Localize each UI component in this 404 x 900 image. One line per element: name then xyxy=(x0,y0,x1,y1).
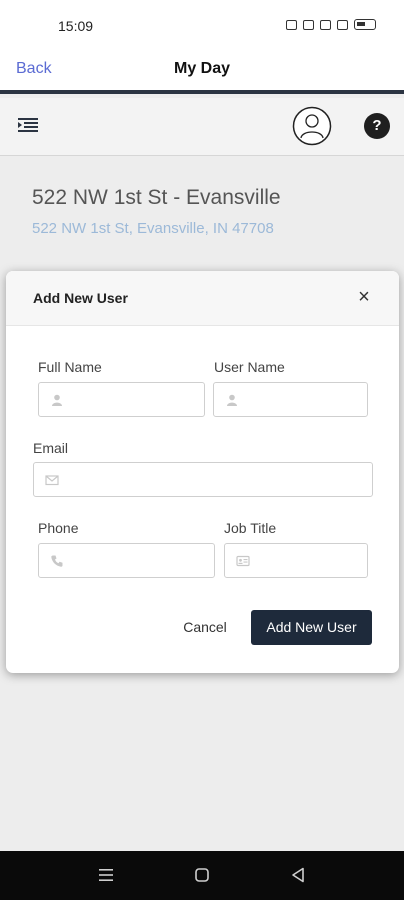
job-title-label: Job Title xyxy=(224,520,277,536)
full-name-label: Full Name xyxy=(38,359,102,375)
email-label: Email xyxy=(33,440,69,456)
user-avatar-icon[interactable] xyxy=(292,106,332,146)
add-user-dialog: Add New User × Full Name User Name Email… xyxy=(6,271,399,673)
phone-field[interactable] xyxy=(38,543,215,578)
toolbar: ? xyxy=(0,98,404,156)
property-title: 522 NW 1st St - Evansville xyxy=(32,186,281,209)
add-new-user-button[interactable]: Add New User xyxy=(251,610,372,645)
help-icon[interactable]: ? xyxy=(364,113,390,139)
system-nav-bar xyxy=(0,851,404,900)
vpn-icon xyxy=(303,19,314,30)
close-icon[interactable]: × xyxy=(354,287,374,307)
user-name-input[interactable] xyxy=(248,383,361,416)
home-icon[interactable] xyxy=(192,865,212,885)
dialog-header: Add New User × xyxy=(6,271,399,326)
status-icons xyxy=(286,19,376,30)
nav-bar: Back My Day xyxy=(0,48,404,94)
full-name-input[interactable] xyxy=(73,383,198,416)
wifi-icon xyxy=(337,19,348,30)
phone-icon xyxy=(51,555,63,567)
page-title: My Day xyxy=(173,60,231,77)
id-card-icon xyxy=(236,555,250,567)
person-icon xyxy=(227,394,237,406)
alarm-icon xyxy=(286,19,297,30)
status-bar: 15:09 xyxy=(0,0,404,48)
mail-icon xyxy=(45,475,59,486)
job-title-field[interactable] xyxy=(224,543,368,578)
phone-input[interactable] xyxy=(73,544,208,577)
battery-icon xyxy=(354,19,376,30)
dialog-title: Add New User xyxy=(33,290,128,306)
signal-icon xyxy=(320,19,331,30)
person-icon xyxy=(52,394,62,406)
full-name-field[interactable] xyxy=(38,382,205,417)
back-nav-icon[interactable] xyxy=(288,865,308,885)
menu-icon[interactable] xyxy=(18,117,38,133)
property-address-link[interactable]: 522 NW 1st St, Evansville, IN 47708 xyxy=(32,220,274,237)
job-title-input[interactable] xyxy=(259,544,361,577)
user-name-label: User Name xyxy=(214,359,285,375)
user-name-field[interactable] xyxy=(213,382,368,417)
email-input[interactable] xyxy=(68,463,366,496)
recent-apps-icon[interactable] xyxy=(96,865,116,885)
status-time: 15:09 xyxy=(58,18,94,34)
cancel-button[interactable]: Cancel xyxy=(172,610,238,645)
phone-label: Phone xyxy=(38,520,79,536)
email-field[interactable] xyxy=(33,462,373,497)
